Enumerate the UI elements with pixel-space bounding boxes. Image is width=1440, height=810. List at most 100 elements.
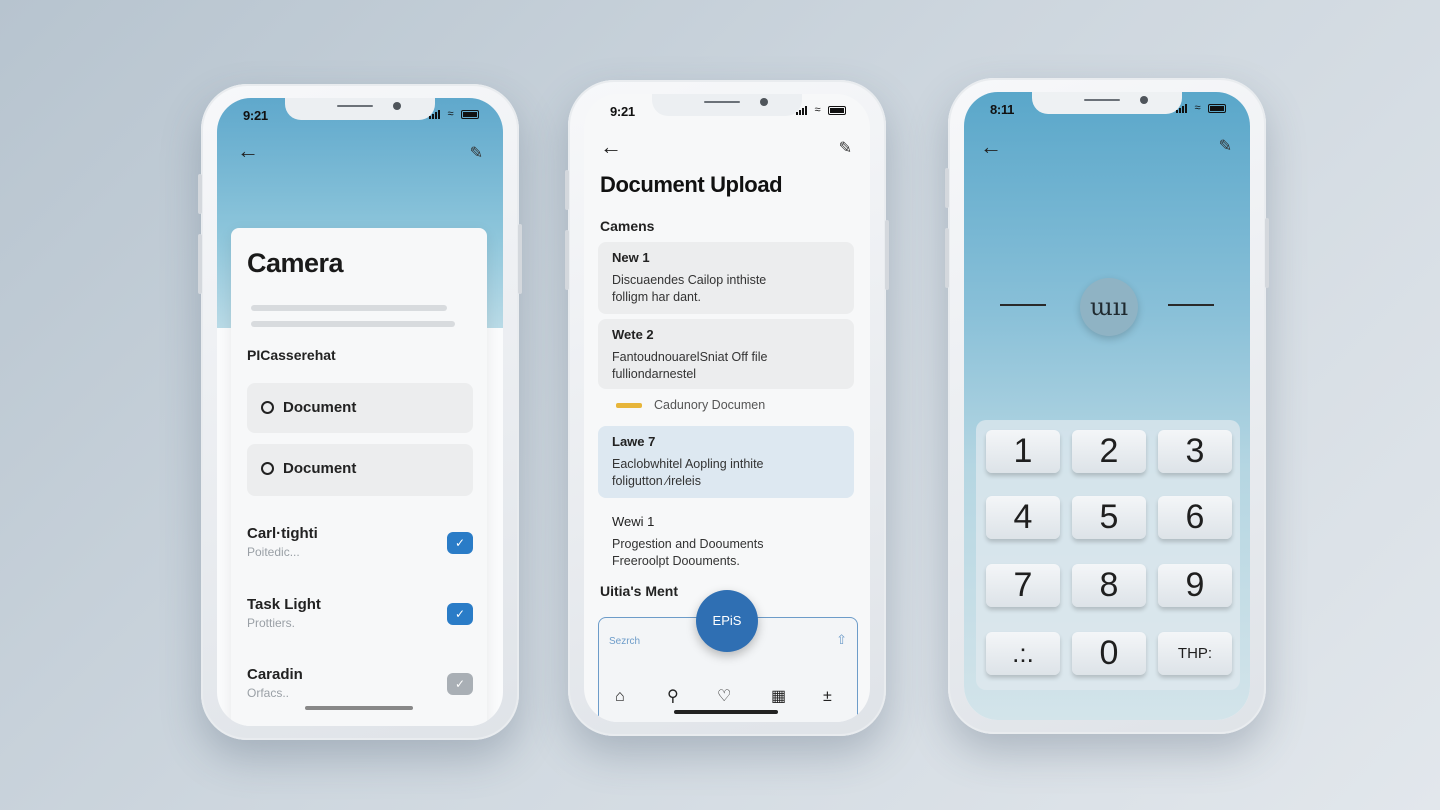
back-arrow-icon[interactable]: ← [980, 134, 1002, 160]
section-heading: Camens [600, 218, 655, 234]
side-button [198, 234, 202, 294]
option-label: Document [283, 399, 357, 416]
page-title: Document Upload [600, 172, 783, 197]
section-heading: PICasserehat [247, 347, 336, 363]
legend-label: Cadunory Documen [654, 398, 766, 412]
status-time: 9:21 [610, 104, 635, 119]
key-8[interactable]: 8 [1072, 564, 1146, 607]
side-button [945, 168, 949, 208]
page-title: Camera [247, 248, 344, 278]
search-label[interactable]: Sezrch [609, 636, 640, 647]
key-5[interactable]: 5 [1072, 496, 1146, 539]
edit-icon[interactable]: ✎ [470, 143, 483, 163]
key-symbol[interactable]: .:. [986, 632, 1060, 675]
wifi-icon: ≈ [1194, 102, 1201, 114]
phone-keypad: 8:11 ≈ ← ✎ ɯıı 1 2 3 4 5 6 7 8 9 .:. 0 T… [945, 78, 1269, 734]
key-2[interactable]: 2 [1072, 430, 1146, 473]
status-time: 9:21 [243, 108, 268, 123]
document-icon[interactable]: ▦ [771, 686, 786, 706]
share-icon[interactable]: ⇧ [836, 632, 847, 648]
phone-camera: 9:21 ≈ ← ✎ Camera PICasserehat Document … [198, 84, 522, 740]
edit-icon[interactable]: ✎ [1219, 136, 1232, 156]
side-button [198, 174, 202, 214]
checkbox-unchecked-icon[interactable]: ✓ [447, 673, 473, 695]
wifi-icon: ≈ [447, 108, 454, 120]
footer-title: Uitia's Ment [600, 583, 679, 599]
home-icon[interactable]: ⌂ [615, 688, 625, 706]
card-text: Dis​cuaendes Cailop inthiste folligm har … [612, 273, 767, 304]
radio-icon[interactable] [261, 462, 274, 475]
side-button [1265, 218, 1269, 288]
placeholder-line [251, 305, 447, 311]
screen: 8:11 ≈ ← ✎ ɯıı 1 2 3 4 5 6 7 8 9 .:. 0 T… [964, 92, 1250, 720]
status-time: 8:11 [990, 102, 1015, 117]
signal-icon [1176, 103, 1187, 113]
divider-line [1000, 304, 1046, 306]
side-button [945, 228, 949, 288]
signal-icon [429, 109, 440, 119]
screen: 9:21 ≈ ← ✎ Camera PICasserehat Document … [217, 98, 503, 726]
divider-line [1168, 304, 1214, 306]
card-text: Eaclobwhitel Aopling inthite foligutton ∕… [612, 457, 764, 488]
toggle-subtitle: Prottiers. [247, 616, 296, 630]
key-thp[interactable]: THP: [1158, 632, 1232, 675]
card-title: Wewi 1 [612, 514, 655, 529]
key-3[interactable]: 3 [1158, 430, 1232, 473]
card-text: Progestion and Doouments Freeroolpt Dooum… [612, 537, 764, 568]
back-arrow-icon[interactable]: ← [237, 138, 259, 164]
checkbox-checked-icon[interactable]: ✓ [447, 603, 473, 625]
add-icon[interactable]: ± [823, 688, 832, 706]
back-arrow-icon[interactable]: ← [600, 134, 622, 160]
list-item[interactable]: Wewi 1 Progestion and Doouments Freeroolp… [598, 506, 854, 576]
card-title: Lawe 7 [612, 434, 656, 449]
placeholder-line [251, 321, 455, 327]
checkbox-checked-icon[interactable]: ✓ [447, 532, 473, 554]
fab-button[interactable]: EPiS [696, 590, 758, 652]
list-item[interactable]: New 1 Dis​cuaendes Cailop inthiste follig… [598, 242, 854, 314]
option-document[interactable]: Document [247, 383, 473, 433]
key-1[interactable]: 1 [986, 430, 1060, 473]
list-item[interactable]: Wete 2 FantoudnouarelSniat Off file fulli… [598, 319, 854, 389]
side-button [565, 230, 569, 290]
heart-icon[interactable]: ♡ [717, 686, 731, 706]
radio-icon[interactable] [261, 401, 274, 414]
side-button [518, 224, 522, 294]
signal-icon [796, 105, 807, 115]
center-badge[interactable]: ɯıı [1080, 278, 1138, 336]
keypad: 1 2 3 4 5 6 7 8 9 .:. 0 THP: [976, 420, 1240, 690]
phone-document-upload: 9:21 ≈ ← ✎ Document Upload Camens New 1 … [565, 80, 889, 736]
side-button [565, 170, 569, 210]
toggle-title: Carl·tighti [247, 525, 318, 542]
home-indicator [674, 710, 778, 714]
search-icon[interactable]: ⚲ [667, 686, 679, 706]
toggle-row[interactable]: Task Light Prottiers. ✓ [247, 596, 473, 636]
edit-icon[interactable]: ✎ [839, 138, 852, 158]
toggle-title: Caradin [247, 666, 303, 683]
wifi-icon: ≈ [814, 104, 821, 116]
battery-icon [461, 110, 479, 119]
key-6[interactable]: 6 [1158, 496, 1232, 539]
toggle-title: Task Light [247, 596, 321, 613]
key-0[interactable]: 0 [1072, 632, 1146, 675]
screen: 9:21 ≈ ← ✎ Document Upload Camens New 1 … [584, 94, 870, 722]
toggle-row[interactable]: Caradin Orfacs.. ✓ [247, 666, 473, 706]
key-4[interactable]: 4 [986, 496, 1060, 539]
battery-icon [1208, 104, 1226, 113]
list-item-highlighted[interactable]: Lawe 7 Eaclobwhitel Aopling inthite folig… [598, 426, 854, 498]
key-9[interactable]: 9 [1158, 564, 1232, 607]
card-title: New 1 [612, 250, 650, 265]
status-bar: 9:21 ≈ [610, 104, 846, 120]
home-indicator [305, 706, 413, 710]
toggle-subtitle: Poitedic... [247, 545, 300, 559]
key-7[interactable]: 7 [986, 564, 1060, 607]
option-document[interactable]: Document [247, 444, 473, 496]
status-bar: 8:11 ≈ [990, 102, 1226, 118]
side-button [885, 220, 889, 290]
camera-sheet: Camera PICasserehat Document Document Ca… [231, 228, 487, 726]
battery-icon [828, 106, 846, 115]
card-title: Wete 2 [612, 327, 654, 342]
toggle-row[interactable]: Carl·tighti Poitedic... ✓ [247, 525, 473, 565]
legend-swatch [616, 403, 642, 408]
card-text: FantoudnouarelSniat Off file fulliondarne… [612, 350, 768, 381]
toggle-subtitle: Orfacs.. [247, 686, 290, 700]
